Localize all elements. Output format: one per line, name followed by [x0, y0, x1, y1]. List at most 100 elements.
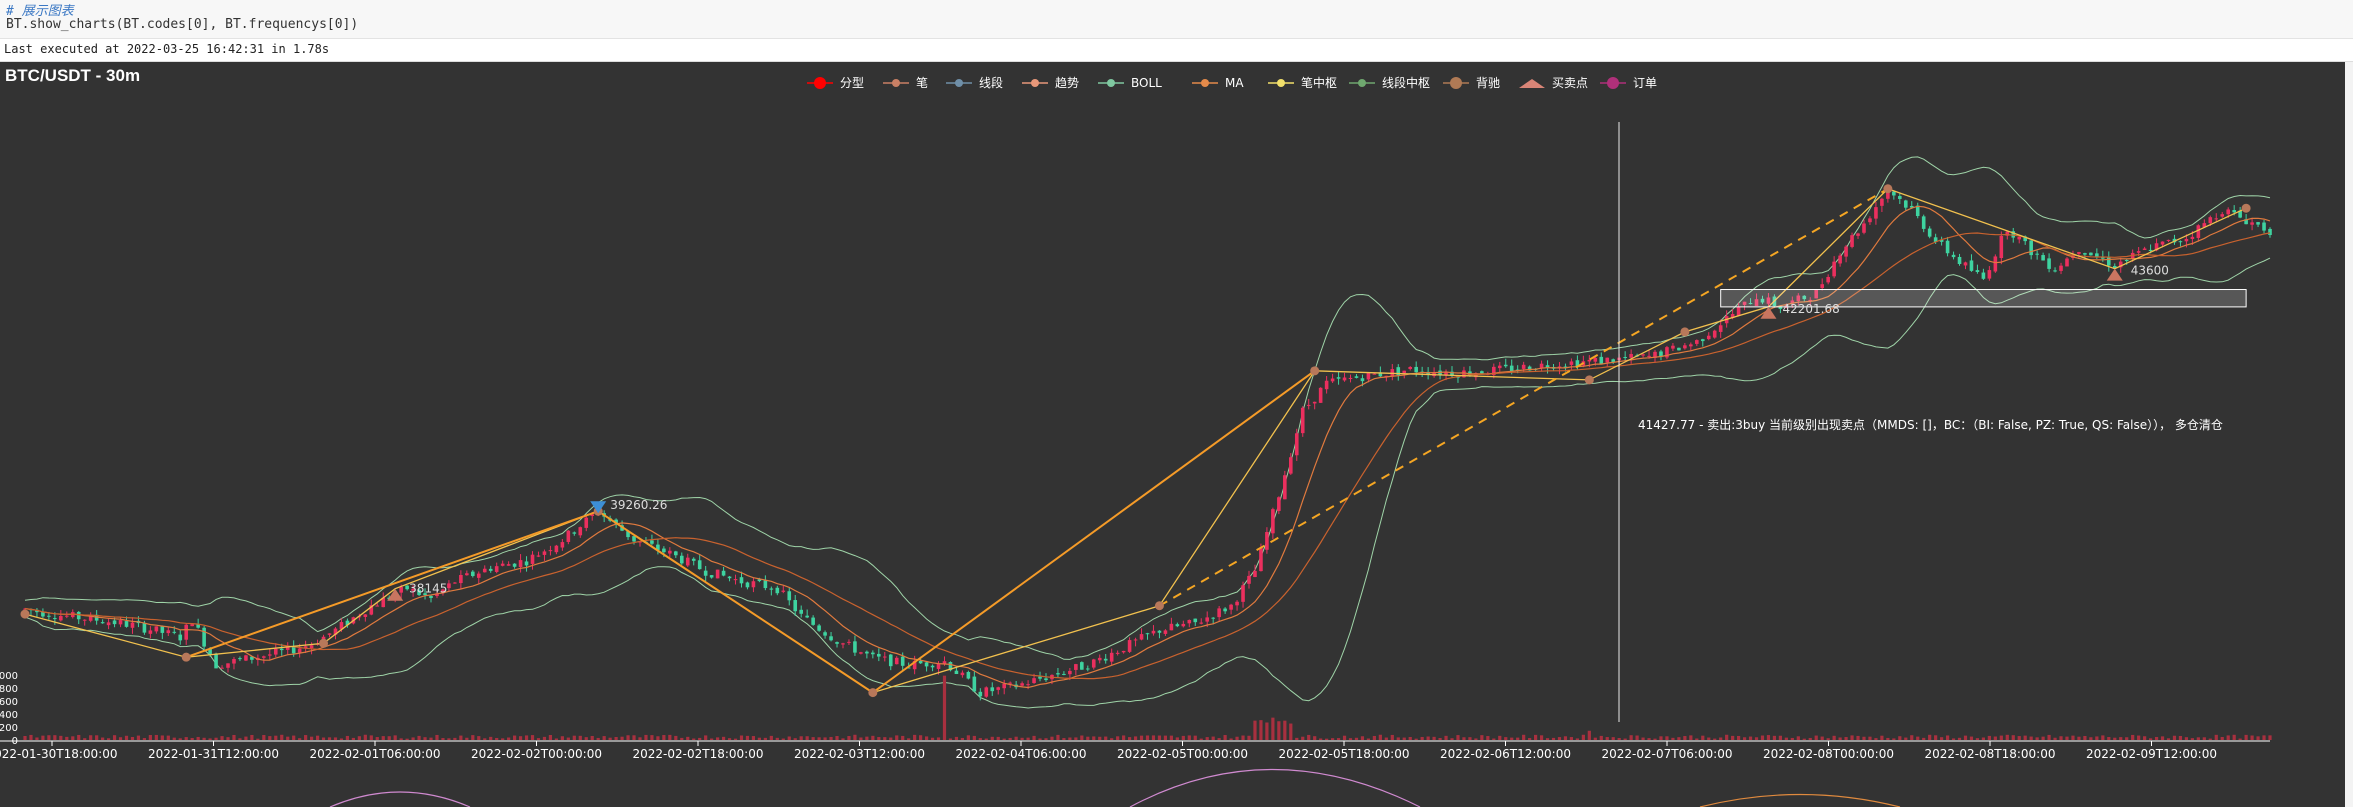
volume-bar [978, 738, 982, 740]
volume-bar [692, 738, 696, 740]
volume-bar [1999, 735, 2003, 740]
candle [2124, 260, 2129, 262]
volume-bar [280, 734, 284, 740]
volume-bar [2023, 735, 2027, 740]
x-tick-label: 2022-02-05T00:00:00 [1117, 747, 1248, 761]
candle [2190, 236, 2195, 240]
volume-bar [704, 735, 708, 740]
candle [2214, 218, 2219, 220]
volume-bar [220, 736, 224, 740]
candle [220, 667, 224, 669]
fenxing-dot [1584, 375, 1594, 385]
volume-bar [1366, 738, 1371, 740]
boll-lower [24, 257, 2271, 709]
volume-bar [2119, 737, 2123, 740]
volume-bar [883, 737, 887, 740]
candle [996, 687, 1001, 690]
volume-bar [1420, 736, 1424, 740]
candle [2035, 253, 2039, 255]
volume-bar [895, 735, 899, 740]
scrollbar[interactable] [2345, 62, 2353, 807]
volume-bar [954, 736, 959, 740]
volume-bar [1808, 737, 1812, 740]
volume-bar [47, 735, 51, 740]
volume-bar [59, 735, 63, 740]
candle [1193, 618, 1198, 623]
candle [2136, 251, 2141, 253]
volume-bar [1050, 736, 1054, 740]
code-cell[interactable]: # 展示图表 BT.show_charts(BT.codes[0], BT.fr… [0, 0, 2353, 39]
candle [2106, 257, 2111, 266]
price-annotation: 38145 [409, 582, 447, 596]
candle [2029, 240, 2033, 256]
volume-bar [2268, 735, 2272, 740]
volume-bar [321, 737, 326, 740]
volume-bar [1695, 738, 1699, 740]
volume-bar [29, 734, 33, 740]
volume-bar [2107, 737, 2111, 740]
volume-bar [1641, 737, 1645, 740]
candle [1235, 601, 1239, 606]
fenxing-dot [1154, 601, 1164, 611]
volume-bar [501, 738, 505, 740]
volume-bar [1116, 736, 1120, 740]
volume-bar [1402, 737, 1406, 740]
candle [1097, 657, 1102, 661]
candle [1826, 276, 1830, 283]
candle [578, 527, 583, 536]
fenxing-dot [181, 652, 191, 662]
volume-bar [417, 735, 421, 740]
candle [745, 582, 750, 588]
volume-bar [1599, 735, 1603, 740]
candle [1683, 345, 1687, 349]
candle [1223, 608, 1227, 612]
volume-bar [662, 735, 666, 740]
volume-bar [1157, 735, 1162, 740]
volume-bar [936, 737, 941, 740]
volume-bar [1551, 737, 1556, 740]
candle [76, 611, 81, 620]
candlestick-chart[interactable]: 10008006004002000 2022-01-30T18:00:00202… [0, 62, 2345, 807]
volume-bar [1563, 736, 1568, 740]
legend-label: MA [1225, 76, 1244, 90]
volume-bar [948, 738, 953, 740]
candle [924, 662, 929, 667]
volume-bar [1528, 738, 1532, 740]
volume-bar [250, 734, 254, 740]
candle [1294, 433, 1299, 456]
candle [1175, 624, 1180, 627]
volume-bar [1689, 735, 1693, 740]
volume-bar [298, 738, 302, 740]
candle [1569, 361, 1574, 365]
volume-bar [716, 737, 720, 740]
candle [160, 625, 165, 633]
volume-bar [1850, 735, 1854, 740]
volume-bar [1934, 735, 1938, 740]
volume-bar [196, 736, 200, 740]
volume-bar [1247, 735, 1251, 740]
candle [297, 648, 302, 653]
candle [488, 568, 493, 571]
candle [1700, 339, 1705, 342]
candle [763, 580, 768, 589]
volume-bar [638, 737, 642, 740]
candle [1044, 678, 1048, 681]
volume-bar [1945, 735, 1950, 740]
volume-bar [166, 735, 170, 740]
volume-bar [686, 736, 690, 740]
candle [662, 548, 666, 553]
volume-bar [190, 738, 194, 740]
chart-panel[interactable]: 10008006004002000 2022-01-30T18:00:00202… [0, 62, 2345, 807]
candle [1987, 270, 1992, 279]
candle [1957, 256, 1962, 264]
volume-bar [1981, 737, 1986, 740]
volume-bar [381, 736, 385, 740]
candle [2250, 222, 2254, 225]
volume-bar [1898, 736, 1902, 740]
candle [1480, 371, 1484, 374]
candle [2166, 239, 2171, 241]
volume-bar [1778, 735, 1782, 740]
volume-bar [1301, 736, 1305, 740]
volume-bar [1581, 734, 1585, 740]
volume-bar [1062, 738, 1066, 740]
